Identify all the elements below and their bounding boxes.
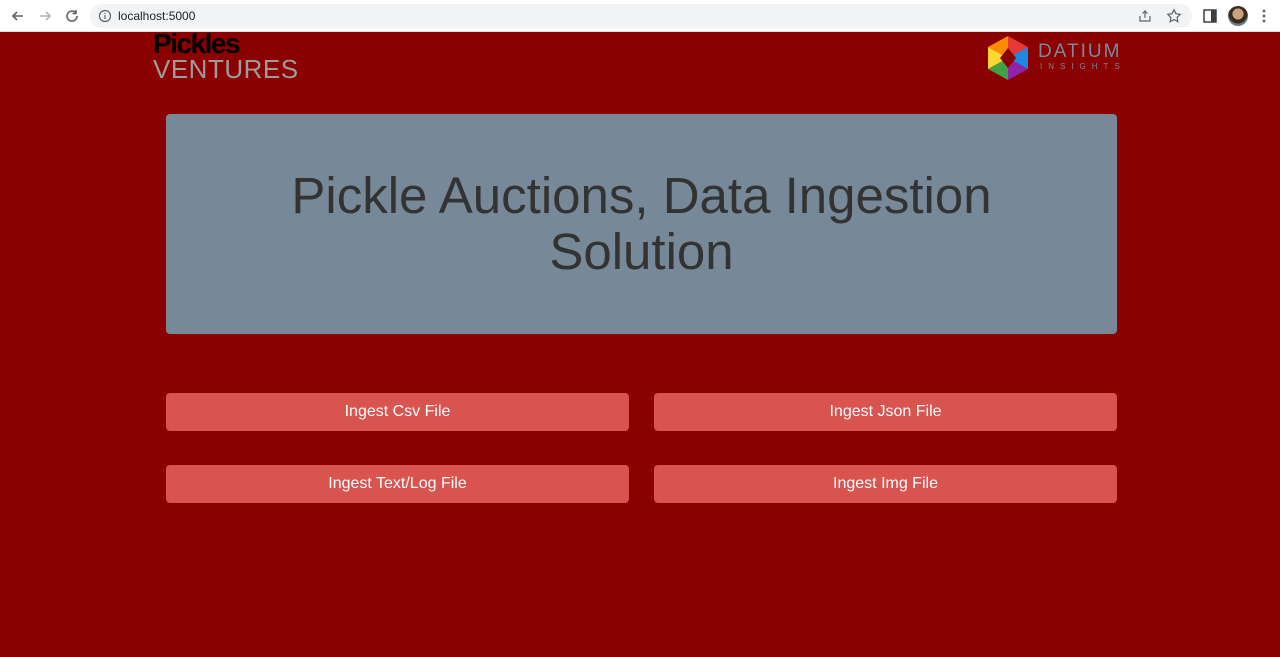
page-title: Pickle Auctions, Data Ingestion Solution: [291, 167, 992, 280]
url-text: localhost:5000: [118, 9, 196, 23]
share-icon[interactable]: [1138, 9, 1152, 23]
bookmark-star-icon[interactable]: [1166, 8, 1182, 24]
site-info-icon[interactable]: [98, 9, 112, 23]
datium-insights-logo: DATIUM INSIGHTS: [984, 34, 1134, 82]
forward-arrow-icon[interactable]: [35, 6, 55, 26]
back-arrow-icon[interactable]: [8, 6, 28, 26]
reload-icon[interactable]: [62, 6, 82, 26]
logo-ventures-text: VENTURES: [153, 54, 299, 84]
profile-avatar[interactable]: [1228, 6, 1248, 26]
ingest-text-log-button[interactable]: Ingest Text/Log File: [166, 465, 629, 503]
ingest-json-button[interactable]: Ingest Json File: [654, 393, 1117, 431]
ingest-csv-button[interactable]: Ingest Csv File: [166, 393, 629, 431]
more-menu-icon[interactable]: [1258, 8, 1270, 24]
ingest-img-button[interactable]: Ingest Img File: [654, 465, 1117, 503]
hero-banner: Pickle Auctions, Data Ingestion Solution: [166, 114, 1117, 334]
address-bar[interactable]: localhost:5000: [90, 4, 1192, 28]
logo-datium-text: DATIUM: [1038, 41, 1122, 62]
pickles-ventures-logo: Pickles VENTURES: [153, 30, 303, 84]
logo-insights-text: INSIGHTS: [1040, 62, 1126, 71]
side-panel-icon[interactable]: [1202, 8, 1218, 24]
datium-cube-icon: [988, 36, 1028, 80]
